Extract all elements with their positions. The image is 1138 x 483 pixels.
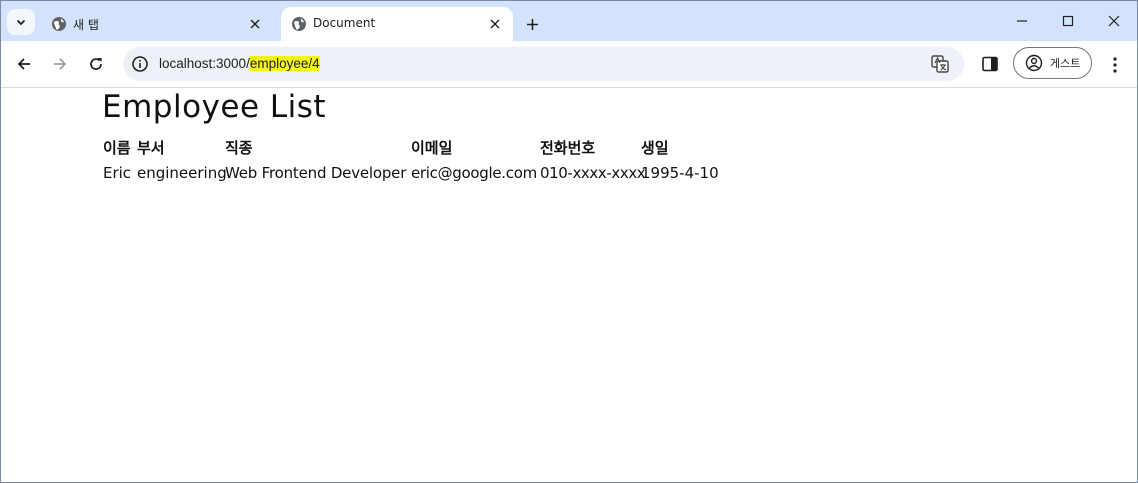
maximize-icon: [1062, 15, 1074, 27]
url-prefix: localhost:3000/: [159, 56, 250, 71]
tab-title: Document: [313, 16, 376, 30]
cell-name: Eric: [103, 164, 132, 182]
close-window-button[interactable]: [1092, 7, 1136, 35]
tab-title: 새 탭: [73, 18, 99, 32]
column-header-name: 이름: [103, 139, 131, 157]
chevron-down-icon: [16, 19, 26, 26]
arrow-left-icon: [17, 58, 30, 70]
toolbar: localhost:3000/employee/4 게스트: [1, 41, 1137, 88]
tab-document[interactable]: Document: [281, 7, 513, 41]
column-header-birthday: 생일: [641, 139, 669, 157]
minimize-button[interactable]: [1000, 7, 1044, 35]
close-icon[interactable]: [245, 14, 265, 34]
cell-job: Web Frontend Developer: [225, 164, 407, 182]
new-tab-button[interactable]: [521, 13, 543, 35]
column-header-department: 부서: [137, 139, 165, 157]
url-text[interactable]: localhost:3000/employee/4: [159, 56, 320, 71]
globe-icon: [292, 17, 306, 31]
back-button[interactable]: [11, 51, 37, 77]
minimize-icon: [1017, 20, 1027, 22]
forward-button[interactable]: [47, 51, 73, 77]
account-icon: [1025, 54, 1043, 72]
info-icon[interactable]: [131, 55, 149, 73]
cell-email: eric@google.com: [411, 164, 537, 182]
arrow-right-icon: [54, 58, 67, 70]
reload-button[interactable]: [83, 51, 109, 77]
plus-icon: [526, 18, 538, 30]
tab-search-button[interactable]: [7, 9, 35, 35]
url-highlight: employee/4: [249, 56, 320, 71]
page-title: Employee List: [102, 89, 327, 125]
profile-label: 게스트: [1050, 57, 1081, 70]
close-icon[interactable]: [485, 14, 505, 34]
tab-strip: 새 탭 Document: [1, 1, 1137, 41]
page-content: Employee List 이름 부서 직종 이메일 전화번호 생일 Eric …: [1, 88, 1137, 482]
tab-new-tab[interactable]: 새 탭: [41, 7, 273, 41]
globe-icon: [52, 17, 66, 31]
address-bar[interactable]: localhost:3000/employee/4: [123, 47, 964, 81]
translate-icon[interactable]: [930, 54, 950, 74]
cell-phone: 010-xxxx-xxxx: [540, 164, 646, 182]
cell-birthday: 1995-4-10: [641, 164, 719, 182]
reload-icon: [90, 58, 102, 70]
more-menu-icon[interactable]: [1105, 55, 1125, 75]
maximize-button[interactable]: [1046, 7, 1090, 35]
side-panel-icon[interactable]: [981, 55, 999, 73]
column-header-phone: 전화번호: [540, 139, 596, 157]
cell-department: engineering: [137, 164, 227, 182]
column-header-email: 이메일: [411, 139, 453, 157]
profile-button[interactable]: 게스트: [1013, 47, 1092, 79]
column-header-job: 직종: [225, 139, 253, 157]
browser-window: 새 탭 Document localhost:3000/employee/4 게…: [0, 0, 1138, 483]
close-icon: [1108, 15, 1120, 27]
